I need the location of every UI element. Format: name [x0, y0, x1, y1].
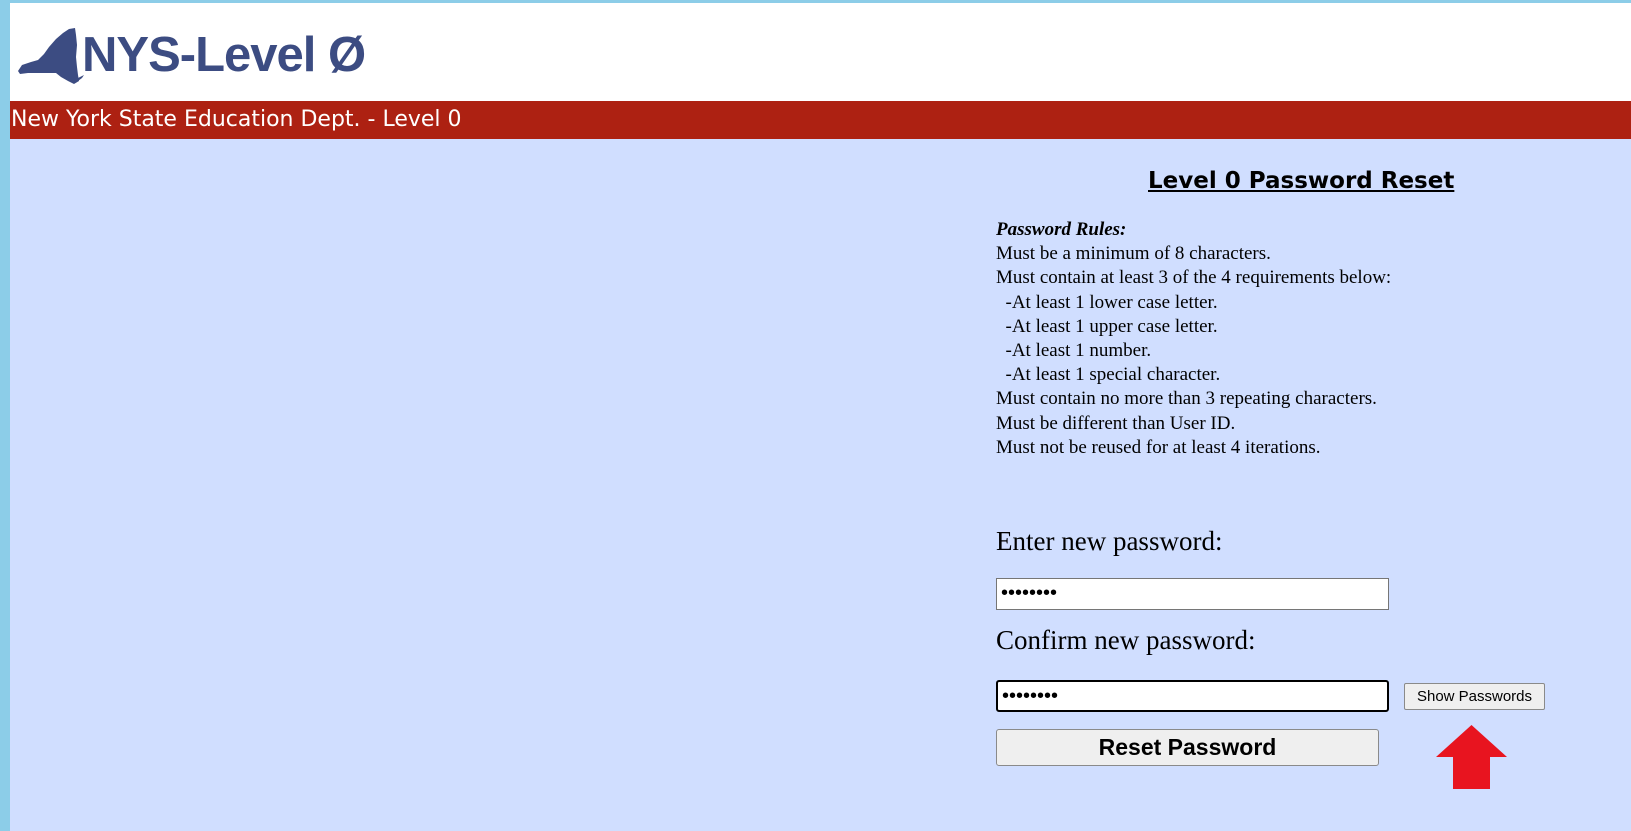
page-frame: NYS-Level Ø New York State Education Dep…: [10, 3, 1631, 831]
rule-item: -At least 1 lower case letter.: [996, 291, 1218, 313]
page-title: Level 0 Password Reset: [1148, 168, 1455, 194]
rule-item: Must be different than User ID.: [996, 412, 1236, 434]
password-rules: Password Rules: Must be a minimum of 8 c…: [996, 218, 1556, 460]
up-arrow-icon: [1436, 725, 1507, 794]
new-password-input[interactable]: ••••••••: [996, 578, 1389, 610]
rule-item: Must not be reused for at least 4 iterat…: [996, 436, 1321, 458]
confirm-password-label: Confirm new password:: [996, 625, 1256, 655]
confirm-password-input[interactable]: ••••••••: [996, 680, 1389, 712]
brand-header: NYS-Level Ø: [10, 3, 1631, 101]
banner: New York State Education Dept. - Level 0: [10, 101, 1631, 139]
rule-item: -At least 1 special character.: [996, 364, 1221, 386]
new-password-label: Enter new password:: [996, 526, 1223, 556]
rule-item: Must contain at least 3 of the 4 require…: [996, 267, 1392, 289]
reset-password-button[interactable]: Reset Password: [996, 729, 1379, 766]
new-york-state-silhouette-icon: [16, 25, 84, 85]
rule-item: Must contain no more than 3 repeating ch…: [996, 388, 1377, 410]
show-passwords-button[interactable]: Show Passwords: [1404, 683, 1545, 710]
rule-item: -At least 1 upper case letter.: [996, 315, 1218, 337]
logo-text: NYS-Level Ø: [82, 28, 366, 82]
rule-item: Must be a minimum of 8 characters.: [996, 243, 1271, 265]
password-rules-heading: Password Rules:: [996, 219, 1127, 240]
site-logo[interactable]: NYS-Level Ø: [16, 23, 366, 87]
rule-item: -At least 1 number.: [996, 340, 1152, 362]
